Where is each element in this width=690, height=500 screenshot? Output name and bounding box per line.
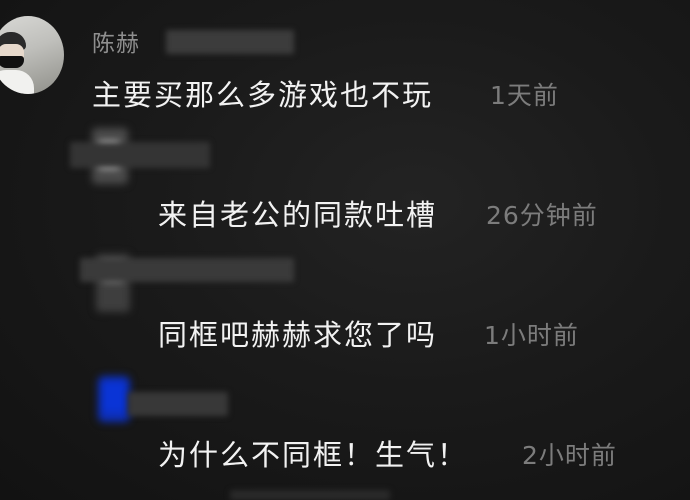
redacted-username xyxy=(80,258,294,282)
comment-text[interactable]: 为什么不同框！生气！ xyxy=(158,432,468,474)
comment-text[interactable]: 同框吧赫赫求您了吗 xyxy=(158,312,437,354)
comment-username[interactable]: 陈赫 xyxy=(92,24,140,58)
redacted-username xyxy=(128,392,228,416)
comment-time: 2小时前 xyxy=(522,441,617,470)
comment-text[interactable]: 主要买那么多游戏也不玩 xyxy=(92,72,433,114)
redacted-username-suffix xyxy=(166,30,294,54)
partial-next-item xyxy=(230,490,390,500)
comment-time: 1天前 xyxy=(490,81,559,110)
comment-text[interactable]: 来自老公的同款吐槽 xyxy=(158,192,437,234)
comment-time: 26分钟前 xyxy=(486,201,598,230)
avatar[interactable] xyxy=(0,16,64,94)
avatar[interactable] xyxy=(98,376,130,422)
comment-time: 1小时前 xyxy=(484,321,579,350)
comment-section: 陈赫 主要买那么多游戏也不玩 1天前 来自老公的同款吐槽 26分钟前 同框吧赫赫… xyxy=(0,0,690,500)
redacted-username xyxy=(70,142,210,168)
